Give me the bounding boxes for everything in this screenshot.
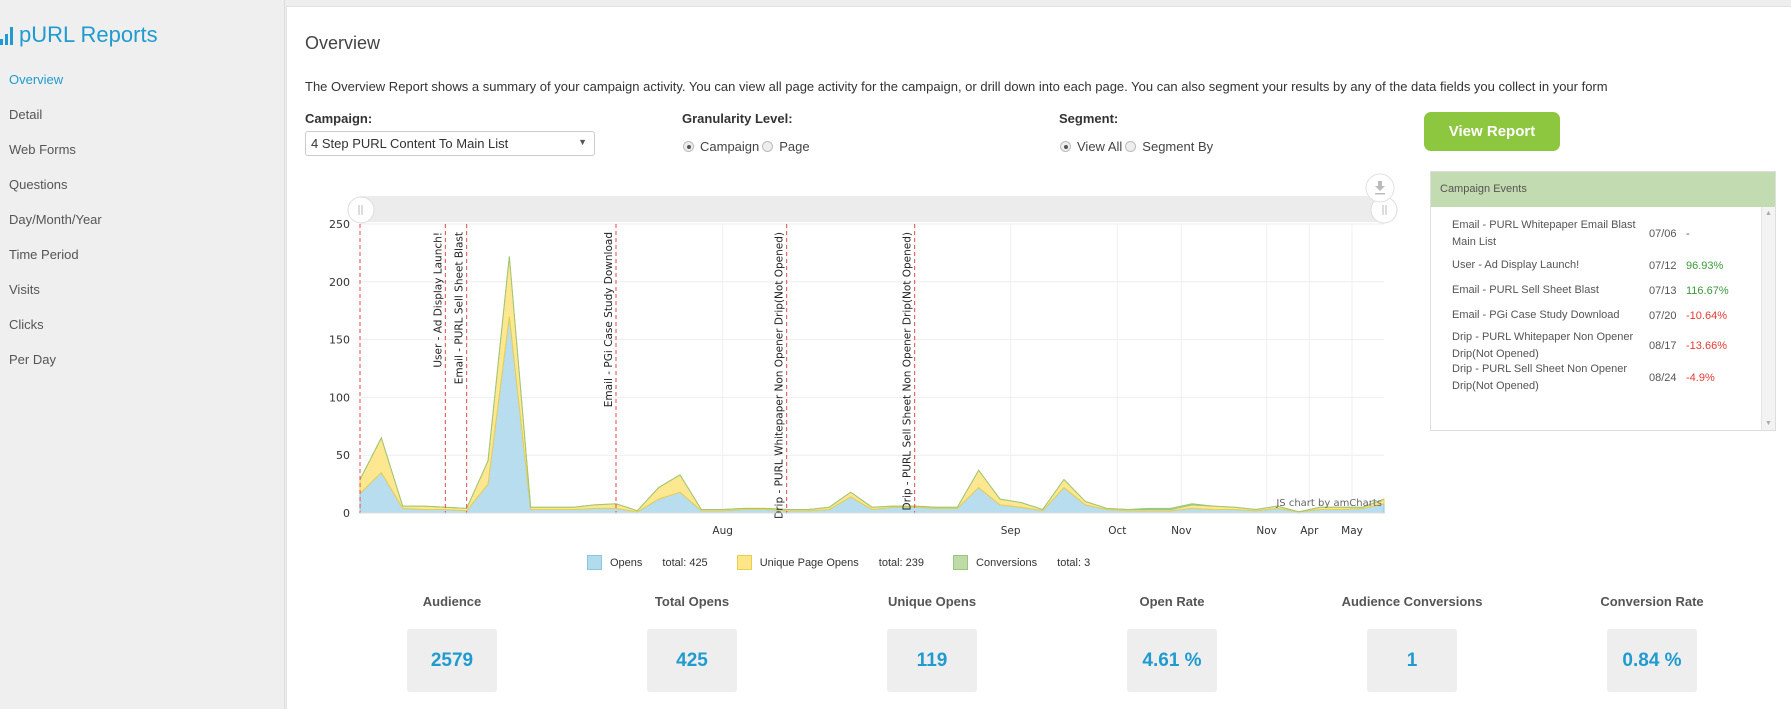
- event-row: Drip - PURL Whitepaper Non Opener Drip(N…: [1452, 329, 1727, 363]
- metric-value: 119: [887, 629, 977, 692]
- event-name: Email - PURL Whitepaper Email Blast Main…: [1452, 219, 1636, 248]
- sidebar-item-detail[interactable]: Detail: [9, 107, 102, 142]
- event-name: Email - PGi Case Study Download: [1452, 309, 1620, 321]
- campaign-events-list: Email - PURL Whitepaper Email Blast Main…: [1431, 207, 1775, 430]
- metric-value: 2579: [407, 629, 497, 692]
- brand[interactable]: pURL Reports: [0, 22, 158, 48]
- metric-value: 4.61 %: [1127, 629, 1217, 692]
- event-change: -10.64%: [1686, 309, 1727, 322]
- legend-total-unique-page-opens: total: 239: [878, 556, 925, 569]
- event-date: 08/24: [1649, 372, 1677, 384]
- page-title: Overview: [305, 33, 381, 53]
- metric-total-opens: Total Opens 425: [617, 594, 767, 692]
- event-name: Drip - PURL Whitepaper Non Opener Drip(N…: [1452, 331, 1634, 360]
- chevron-down-icon: ▼: [578, 137, 587, 147]
- legend-swatch-unique-page-opens[interactable]: [736, 555, 752, 570]
- metric-value: 1: [1367, 629, 1457, 692]
- campaign-label: Campaign:: [305, 111, 373, 126]
- sidebar-item-time-period[interactable]: Time Period: [9, 247, 102, 282]
- view-report-button[interactable]: View Report: [1424, 112, 1560, 151]
- sidebar: pURL Reports Overview Detail Web Forms Q…: [0, 0, 285, 709]
- event-row: Email - PGi Case Study Download 07/20 -1…: [1452, 307, 1727, 324]
- event-name: Email - PURL Sell Sheet Blast: [1452, 284, 1599, 296]
- event-name: Drip - PURL Sell Sheet Non Opener Drip(N…: [1452, 363, 1628, 392]
- legend-label-unique-page-opens[interactable]: Unique Page Opens: [760, 557, 859, 569]
- event-change: -13.66%: [1686, 340, 1727, 352]
- legend-label-opens[interactable]: Opens: [610, 557, 642, 569]
- granularity-label: Granularity Level:: [682, 111, 793, 126]
- event-change: 116.67%: [1686, 284, 1729, 297]
- segment-by-label[interactable]: Segment By: [1142, 139, 1213, 154]
- bar-chart-icon: [0, 25, 13, 45]
- metric-label: Total Opens: [654, 594, 730, 609]
- event-row: Drip - PURL Sell Sheet Non Opener Drip(N…: [1452, 361, 1715, 395]
- legend-label-conversions[interactable]: Conversions: [976, 557, 1037, 569]
- event-change: 96.93%: [1686, 259, 1724, 272]
- chart-legend: Opens total: 425 Unique Page Opens total…: [587, 555, 1119, 570]
- segment-label: Segment:: [1059, 111, 1119, 126]
- campaign-select[interactable]: 4 Step PURL Content To Main List ▼: [305, 131, 595, 156]
- segment-by-radio[interactable]: [1125, 141, 1137, 152]
- campaign-select-value: 4 Step PURL Content To Main List: [311, 136, 509, 151]
- event-row: Email - PURL Sell Sheet Blast 07/13 116.…: [1452, 282, 1729, 299]
- event-date: 08/17: [1649, 340, 1677, 352]
- event-change: -4.9%: [1686, 372, 1715, 384]
- sidebar-item-overview[interactable]: Overview: [9, 72, 102, 107]
- event-date: 07/13: [1649, 284, 1677, 297]
- event-name: User - Ad Display Launch!: [1452, 259, 1580, 271]
- legend-total-conversions: total: 3: [1057, 556, 1091, 569]
- event-date: 07/06: [1649, 228, 1677, 240]
- legend-swatch-opens[interactable]: [587, 555, 602, 570]
- sidebar-nav: Overview Detail Web Forms Questions Day/…: [9, 72, 102, 387]
- metric-label: Audience Conversions: [1341, 594, 1483, 609]
- sidebar-item-visits[interactable]: Visits: [9, 282, 102, 317]
- metric-value: 0.84 %: [1607, 629, 1697, 692]
- granularity-radio-group: Campaign Page: [683, 139, 813, 154]
- metric-value: 425: [647, 629, 737, 692]
- metric-unique-opens: Unique Opens 119: [857, 594, 1007, 692]
- campaign-events-panel: Campaign Events Email - PURL Whitepaper …: [1430, 171, 1776, 431]
- metric-label: Audience: [422, 594, 482, 609]
- event-row: User - Ad Display Launch! 07/12 96.93%: [1452, 257, 1723, 274]
- metric-open-rate: Open Rate 4.61 %: [1097, 594, 1247, 692]
- event-row: Email - PURL Whitepaper Email Blast Main…: [1452, 217, 1690, 251]
- event-change: -: [1686, 228, 1690, 240]
- scroll-down-icon[interactable]: ▼: [1765, 420, 1772, 427]
- page-description: The Overview Report shows a summary of y…: [305, 79, 1608, 94]
- metric-label: Open Rate: [1139, 594, 1205, 609]
- scroll-up-icon[interactable]: ▲: [1765, 210, 1772, 217]
- granularity-page-label[interactable]: Page: [779, 139, 809, 154]
- segment-radio-group: View All Segment By: [1060, 139, 1216, 154]
- segment-view-all-radio[interactable]: [1060, 141, 1071, 152]
- metric-audience-conversions: Audience Conversions 1: [1337, 594, 1487, 692]
- granularity-campaign-radio[interactable]: [683, 141, 694, 152]
- app-title: pURL Reports: [19, 22, 158, 47]
- metric-label: Conversion Rate: [1600, 594, 1704, 609]
- metric-label: Unique Opens: [887, 594, 977, 609]
- segment-view-all-label[interactable]: View All: [1077, 139, 1122, 154]
- sidebar-item-questions[interactable]: Questions: [9, 177, 102, 212]
- events-scrollbar[interactable]: ▲ ▼: [1761, 207, 1775, 430]
- sidebar-item-per-day[interactable]: Per Day: [9, 352, 102, 387]
- sidebar-item-web-forms[interactable]: Web Forms: [9, 142, 102, 177]
- sidebar-item-day-month-year[interactable]: Day/Month/Year: [9, 212, 102, 247]
- sidebar-item-clicks[interactable]: Clicks: [9, 317, 102, 352]
- granularity-campaign-label[interactable]: Campaign: [700, 139, 759, 154]
- granularity-page-radio[interactable]: [762, 141, 774, 152]
- legend-swatch-conversions[interactable]: [953, 555, 969, 570]
- legend-total-opens: total: 425: [662, 556, 708, 569]
- event-date: 07/12: [1649, 259, 1677, 272]
- event-date: 07/20: [1649, 309, 1677, 322]
- metric-audience: Audience 2579: [377, 594, 527, 692]
- metric-conversion-rate: Conversion Rate 0.84 %: [1577, 594, 1727, 692]
- campaign-events-title: Campaign Events: [1431, 172, 1775, 207]
